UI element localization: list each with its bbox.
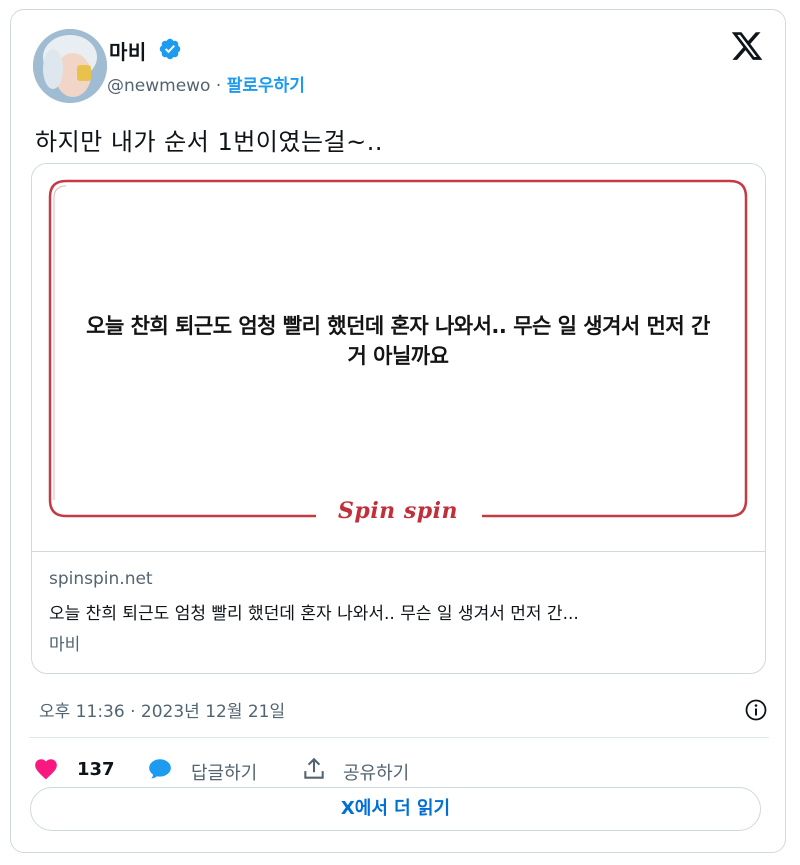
tweet-embed-card: 마비 @newmewo · 팔로우하기 하지만 내가 순서 1번이였는걸~.. … bbox=[10, 9, 786, 853]
reply-label: 답글하기 bbox=[191, 763, 258, 784]
share-button[interactable]: 공유하기 bbox=[301, 756, 431, 784]
author-avatar[interactable] bbox=[33, 29, 107, 103]
card-image: 오늘 찬희 퇴근도 엄청 빨리 했던데 혼자 나와서.. 무슨 일 생겨서 먼저… bbox=[32, 164, 765, 552]
avatar-image bbox=[33, 29, 107, 103]
actions-divider bbox=[29, 737, 769, 738]
read-more-on-x-button[interactable]: X에서 더 읽기 bbox=[30, 787, 761, 831]
spinspin-logo: Spin spin bbox=[338, 498, 458, 524]
share-icon bbox=[304, 757, 324, 779]
follow-button[interactable]: 팔로우하기 bbox=[227, 76, 305, 96]
heart-icon bbox=[35, 759, 57, 780]
author-display-name[interactable]: 마비 bbox=[109, 36, 147, 65]
card-description: 마비 bbox=[49, 635, 81, 655]
tweet-timestamp[interactable]: 오후 11:36 · 2023년 12월 21일 bbox=[39, 697, 285, 722]
card-image-quote: 오늘 찬희 퇴근도 엄청 빨리 했던데 혼자 나와서.. 무슨 일 생겨서 먼저… bbox=[86, 314, 710, 368]
verified-badge-icon bbox=[159, 38, 181, 60]
card-domain: spinspin.net bbox=[49, 569, 153, 589]
card-title: 오늘 찬희 퇴근도 엄청 빨리 했던데 혼자 나와서.. 무슨 일 생겨서 먼저… bbox=[49, 604, 579, 624]
link-preview-card[interactable]: 오늘 찬희 퇴근도 엄청 빨리 했던데 혼자 나와서.. 무슨 일 생겨서 먼저… bbox=[31, 163, 766, 674]
x-logo-icon[interactable] bbox=[729, 29, 765, 63]
share-label: 공유하기 bbox=[343, 763, 410, 784]
tweet-text: 하지만 내가 순서 1번이였는걸~.. bbox=[35, 128, 383, 156]
author-handle-row: @newmewo · 팔로우하기 bbox=[107, 71, 305, 96]
reply-bubble-icon bbox=[149, 759, 171, 779]
handle-separator: · bbox=[215, 76, 222, 96]
author-handle[interactable]: @newmewo bbox=[107, 76, 210, 96]
reply-button[interactable]: 답글하기 bbox=[147, 756, 277, 784]
info-icon[interactable] bbox=[744, 698, 768, 722]
like-button[interactable]: 137 bbox=[33, 756, 123, 784]
like-count: 137 bbox=[77, 759, 115, 780]
